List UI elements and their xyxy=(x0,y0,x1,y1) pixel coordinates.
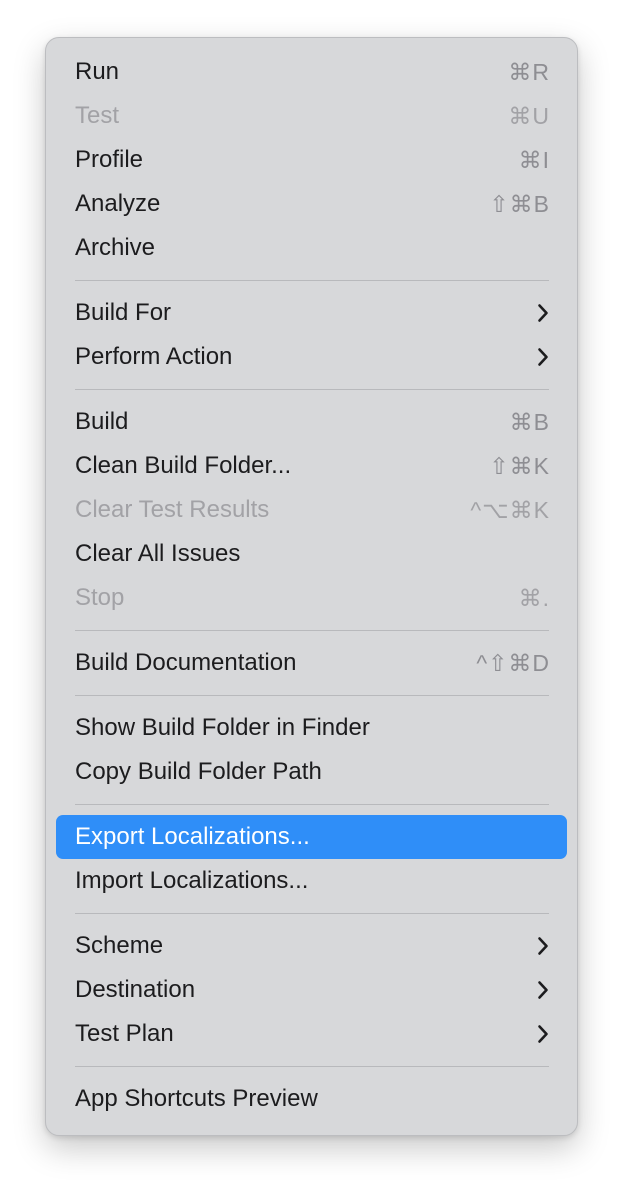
menu-item-build-for[interactable]: Build For xyxy=(56,291,567,335)
menu-item-app-shortcuts-preview[interactable]: App Shortcuts Preview xyxy=(56,1077,567,1121)
menu-item-label: Clear Test Results xyxy=(75,496,270,523)
menu-item-archive[interactable]: Archive xyxy=(56,226,567,270)
menu-item-label: Destination xyxy=(75,976,196,1003)
menu-item-label: Export Localizations... xyxy=(75,823,310,850)
chevron-right-icon xyxy=(536,980,550,1000)
menu-item-shortcut: ^⌥⌘K xyxy=(470,496,550,523)
chevron-right-icon xyxy=(536,347,550,367)
menu-item-label: Test Plan xyxy=(75,1020,174,1047)
menu-item-destination[interactable]: Destination xyxy=(56,968,567,1012)
menu-item-label: Build Documentation xyxy=(75,649,297,676)
menu-item-shortcut: ⌘B xyxy=(509,408,550,435)
menu-item-shortcut: ⇧⌘B xyxy=(489,190,550,217)
menu-item-stop: Stop ⌘. xyxy=(56,576,567,620)
menu-item-label: Show Build Folder in Finder xyxy=(75,714,370,741)
menu-item-clear-all-issues[interactable]: Clear All Issues xyxy=(56,532,567,576)
menu-item-shortcut: ⌘I xyxy=(518,146,550,173)
menu-separator xyxy=(75,630,549,631)
menu-item-label: Clean Build Folder... xyxy=(75,452,292,479)
menu-item-scheme[interactable]: Scheme xyxy=(56,924,567,968)
menu-item-clean-build-folder[interactable]: Clean Build Folder... ⇧⌘K xyxy=(56,444,567,488)
menu-item-clear-test-results: Clear Test Results ^⌥⌘K xyxy=(56,488,567,532)
menu-item-show-build-folder-in-finder[interactable]: Show Build Folder in Finder xyxy=(56,706,567,750)
menu-item-shortcut: ⌘U xyxy=(508,102,550,129)
menu-item-test: Test ⌘U xyxy=(56,94,567,138)
menu-separator xyxy=(75,280,549,281)
menu-item-shortcut: ⇧⌘K xyxy=(489,452,550,479)
chevron-right-icon xyxy=(536,303,550,323)
menu-item-build-documentation[interactable]: Build Documentation ^⇧⌘D xyxy=(56,641,567,685)
menu-item-import-localizations[interactable]: Import Localizations... xyxy=(56,859,567,903)
menu-separator xyxy=(75,1066,549,1067)
menu-item-label: Perform Action xyxy=(75,343,233,370)
menu-item-label: Build xyxy=(75,408,129,435)
chevron-right-icon xyxy=(536,1024,550,1044)
menu-item-label: Clear All Issues xyxy=(75,540,241,567)
product-menu: Run ⌘R Test ⌘U Profile ⌘I Analyze ⇧⌘B Archive Bui… xyxy=(45,37,578,1136)
menu-item-shortcut: ^⇧⌘D xyxy=(476,649,550,676)
menu-separator xyxy=(75,389,549,390)
menu-item-label: Run xyxy=(75,58,120,85)
chevron-right-icon xyxy=(536,936,550,956)
menu-item-label: App Shortcuts Preview xyxy=(75,1085,318,1112)
menu-separator xyxy=(75,804,549,805)
menu-item-label: Copy Build Folder Path xyxy=(75,758,322,785)
menu-item-run[interactable]: Run ⌘R xyxy=(56,50,567,94)
menu-separator xyxy=(75,913,549,914)
menu-item-build[interactable]: Build ⌘B xyxy=(56,400,567,444)
menu-item-label: Stop xyxy=(75,584,125,611)
menu-item-label: Archive xyxy=(75,234,156,261)
menu-item-shortcut: ⌘R xyxy=(508,58,550,85)
menu-item-export-localizations[interactable]: Export Localizations... xyxy=(56,815,567,859)
menu-item-label: Test xyxy=(75,102,120,129)
menu-item-analyze[interactable]: Analyze ⇧⌘B xyxy=(56,182,567,226)
menu-item-copy-build-folder-path[interactable]: Copy Build Folder Path xyxy=(56,750,567,794)
menu-item-shortcut: ⌘. xyxy=(518,584,550,611)
menu-item-perform-action[interactable]: Perform Action xyxy=(56,335,567,379)
menu-item-profile[interactable]: Profile ⌘I xyxy=(56,138,567,182)
menu-item-label: Build For xyxy=(75,299,172,326)
menu-separator xyxy=(75,695,549,696)
menu-item-label: Profile xyxy=(75,146,144,173)
menu-item-test-plan[interactable]: Test Plan xyxy=(56,1012,567,1056)
menu-item-label: Import Localizations... xyxy=(75,867,309,894)
menu-item-label: Scheme xyxy=(75,932,164,959)
menu-item-label: Analyze xyxy=(75,190,161,217)
